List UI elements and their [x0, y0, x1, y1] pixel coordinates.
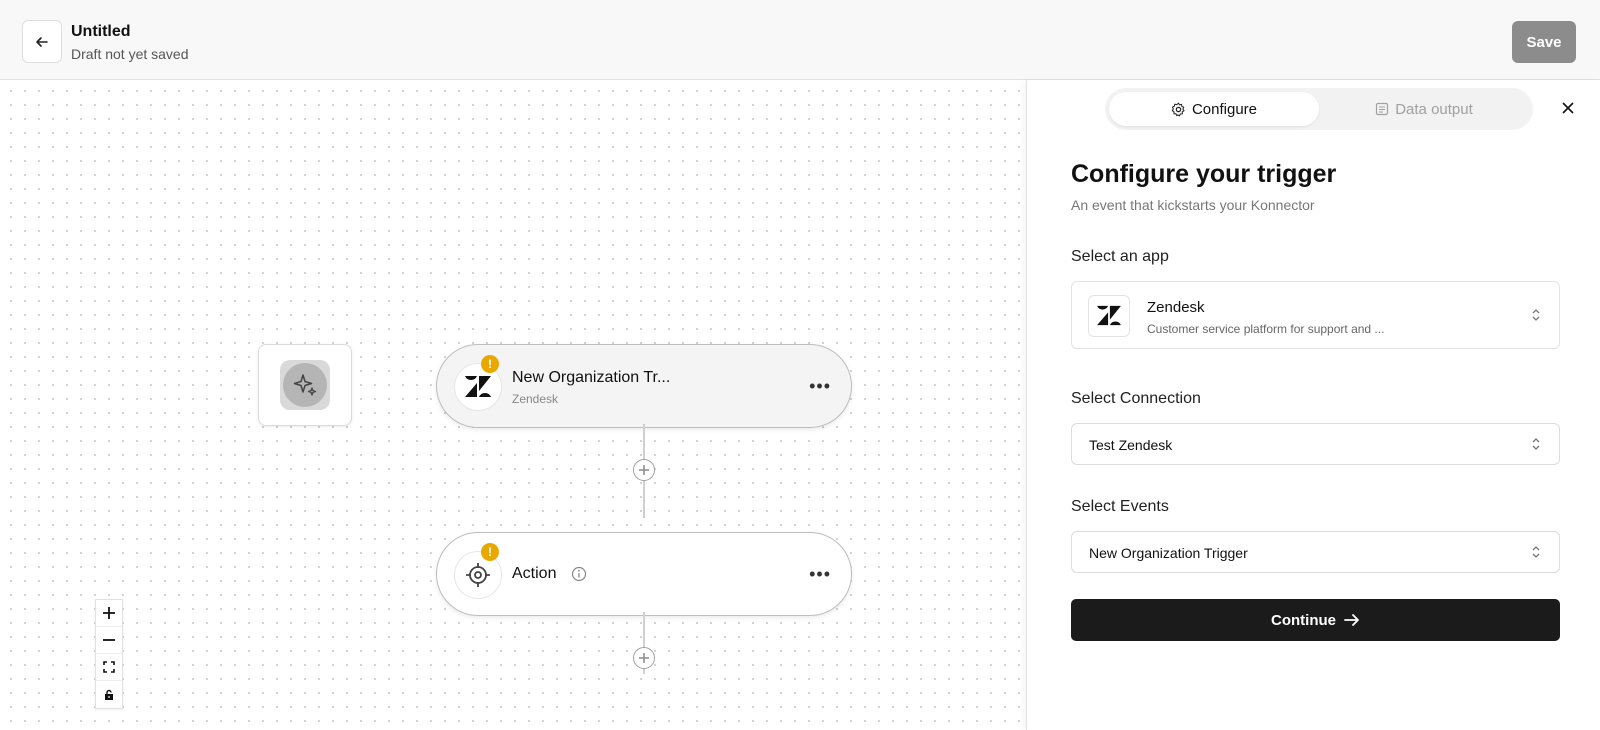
app-description: Customer service platform for support an…	[1147, 322, 1385, 336]
ai-assistant-node[interactable]	[258, 344, 352, 426]
select-app-label: Select an app	[1071, 248, 1169, 265]
info-icon[interactable]	[571, 566, 587, 582]
action-node-title: Action	[512, 565, 557, 582]
close-icon	[1562, 102, 1574, 114]
app-name: Zendesk	[1147, 299, 1205, 316]
fullscreen-icon	[103, 661, 115, 673]
chevron-up-down-icon	[1532, 546, 1540, 558]
warning-badge: !	[481, 355, 499, 373]
events-select[interactable]: New Organization Trigger	[1071, 531, 1560, 573]
document-icon	[1376, 102, 1389, 116]
sparkles-icon	[293, 374, 317, 396]
top-bar: Untitled Draft not yet saved Save	[0, 0, 1600, 80]
trigger-node-title: New Organization Tr...	[512, 369, 671, 386]
connection-select[interactable]: Test Zendesk	[1071, 423, 1560, 465]
zoom-controls	[95, 599, 123, 709]
lock-icon	[105, 689, 113, 700]
draft-title-block: Untitled Draft not yet saved	[71, 22, 189, 63]
fit-view-button[interactable]	[96, 654, 122, 681]
lock-button[interactable]	[96, 681, 122, 708]
zendesk-logo-icon	[465, 376, 491, 397]
arrow-left-icon	[36, 36, 48, 47]
close-panel-button[interactable]	[1558, 98, 1578, 118]
zoom-in-button[interactable]	[96, 600, 122, 627]
arrow-right-icon	[1344, 614, 1359, 626]
select-connection-label: Select Connection	[1071, 390, 1201, 407]
trigger-node-app: Zendesk	[512, 392, 559, 406]
add-step-button[interactable]	[633, 459, 655, 481]
plus-icon	[103, 607, 115, 619]
tab-configure-label: Configure	[1191, 100, 1258, 118]
app-select[interactable]: Zendesk Customer service platform for su…	[1071, 281, 1560, 349]
plus-icon	[639, 653, 649, 663]
panel-tabs: Configure Data output	[1105, 88, 1533, 130]
save-button[interactable]: Save	[1512, 21, 1576, 63]
continue-button[interactable]: Continue	[1071, 599, 1560, 641]
zoom-out-button[interactable]	[96, 627, 122, 654]
tab-data-output[interactable]: Data output	[1319, 92, 1529, 126]
back-button[interactable]	[22, 20, 62, 63]
chevron-up-down-icon	[1532, 438, 1540, 450]
connection-value: Test Zendesk	[1089, 437, 1173, 453]
panel-heading: Configure your trigger	[1071, 160, 1337, 188]
chevron-up-down-icon	[1532, 309, 1540, 321]
workflow-canvas[interactable]: ! New Organization Tr... Zendesk ••• ! A…	[0, 80, 1026, 730]
tab-data-output-label: Data output	[1395, 100, 1473, 118]
more-options-icon[interactable]: •••	[809, 564, 831, 585]
add-step-button[interactable]	[633, 647, 655, 669]
select-events-label: Select Events	[1071, 498, 1169, 515]
plus-icon	[639, 465, 649, 475]
tab-configure[interactable]: Configure	[1109, 92, 1319, 126]
more-options-icon[interactable]: •••	[809, 376, 831, 397]
minus-icon	[103, 639, 115, 641]
continue-label: Continue	[1271, 611, 1336, 629]
page-title: Untitled	[71, 23, 131, 40]
draft-status: Draft not yet saved	[71, 46, 189, 62]
target-icon	[466, 563, 490, 587]
events-value: New Organization Trigger	[1089, 545, 1248, 561]
configure-panel: Configure Data output Configure your tri…	[1026, 80, 1600, 730]
trigger-node[interactable]: ! New Organization Tr... Zendesk •••	[436, 344, 852, 428]
warning-badge: !	[481, 543, 499, 561]
zendesk-logo-icon	[1097, 305, 1121, 326]
action-node[interactable]: ! Action •••	[436, 532, 852, 616]
panel-subheading: An event that kickstarts your Konnector	[1071, 197, 1315, 213]
gear-icon	[1171, 102, 1185, 116]
